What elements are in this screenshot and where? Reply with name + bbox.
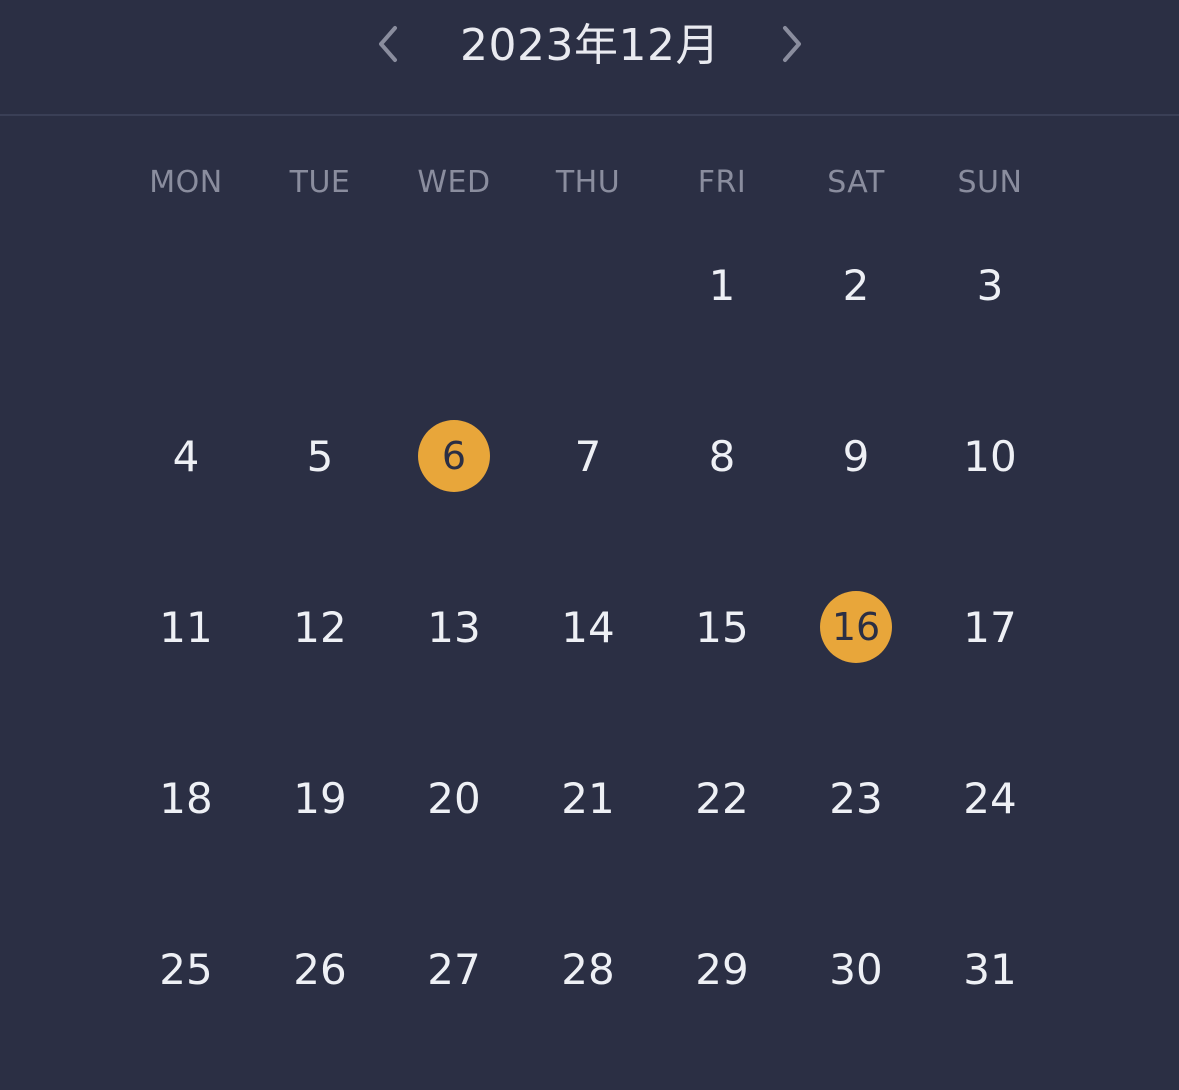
month-title: 2023年12月 <box>460 20 720 71</box>
day-cell-marked[interactable]: 6 <box>418 420 490 492</box>
day-cell[interactable]: 5 <box>280 416 360 496</box>
calendar-header: 2023年12月 <box>0 0 1179 116</box>
day-cell[interactable]: 20 <box>414 758 494 838</box>
day-cell[interactable]: 26 <box>280 929 360 1009</box>
day-cell[interactable]: 27 <box>414 929 494 1009</box>
day-cell[interactable]: 30 <box>816 929 896 1009</box>
next-month-button[interactable] <box>770 22 814 66</box>
day-cell[interactable]: 12 <box>280 587 360 667</box>
chevron-right-icon <box>783 26 801 62</box>
chevron-left-icon <box>379 26 397 62</box>
day-cell[interactable]: 29 <box>682 929 762 1009</box>
calendar-app: 2023年12月 MON TUE WED THU FRI SAT SUN 123… <box>0 0 1179 1090</box>
day-cell[interactable]: 9 <box>816 416 896 496</box>
day-cell[interactable]: 1 <box>682 245 762 325</box>
day-cell[interactable]: 23 <box>816 758 896 838</box>
day-cell[interactable]: 13 <box>414 587 494 667</box>
day-cell[interactable]: 25 <box>146 929 226 1009</box>
day-cell[interactable]: 4 <box>146 416 226 496</box>
day-cell[interactable]: 22 <box>682 758 762 838</box>
day-cell[interactable]: 7 <box>548 416 628 496</box>
day-cell[interactable]: 15 <box>682 587 762 667</box>
day-cell[interactable]: 14 <box>548 587 628 667</box>
day-cell[interactable]: 24 <box>950 758 1030 838</box>
day-cell-marked[interactable]: 16 <box>820 591 892 663</box>
day-cell[interactable]: 3 <box>950 245 1030 325</box>
day-cell[interactable]: 2 <box>816 245 896 325</box>
day-cell[interactable]: 19 <box>280 758 360 838</box>
day-cell[interactable]: 18 <box>146 758 226 838</box>
day-cell[interactable]: 31 <box>950 929 1030 1009</box>
day-cell[interactable]: 11 <box>146 587 226 667</box>
day-cell[interactable]: 17 <box>950 587 1030 667</box>
day-cell[interactable]: 21 <box>548 758 628 838</box>
day-cell[interactable]: 10 <box>950 416 1030 496</box>
day-cell[interactable]: 28 <box>548 929 628 1009</box>
day-grid: 1 2 3 4 5 6 7 8 9 10 11 12 13 14 15 16 17 18 19 20 21 22 23 24 2… <box>0 200 1179 1080</box>
prev-month-button[interactable] <box>366 22 410 66</box>
day-cell[interactable]: 8 <box>682 416 762 496</box>
